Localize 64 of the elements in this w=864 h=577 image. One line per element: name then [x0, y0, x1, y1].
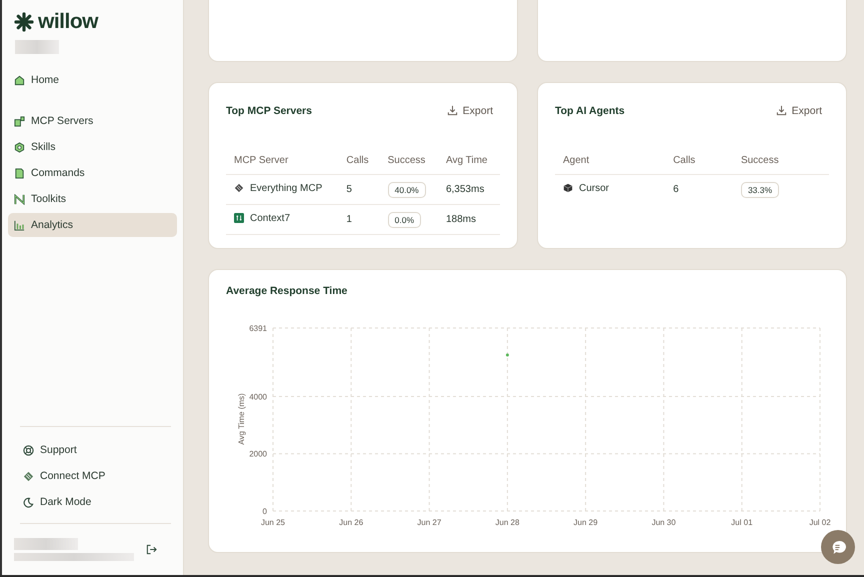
zigzag-icon	[14, 194, 25, 204]
column-header: MCP Server	[226, 146, 338, 174]
footer-link[interactable]: Support	[8, 437, 177, 463]
nav-item[interactable]: MCP Servers	[8, 109, 177, 133]
column-header: Calls	[338, 146, 380, 174]
success-badge: 33.3%	[740, 182, 780, 198]
nav-item[interactable]: Home	[8, 68, 177, 92]
table-cell: 5	[338, 174, 380, 204]
table-cell: 6	[665, 174, 733, 204]
column-header: Avg Time	[438, 146, 500, 174]
chat-icon	[830, 540, 846, 554]
axis-label: Jun 26	[339, 518, 364, 527]
axis-label: Jul 01	[731, 518, 753, 527]
export-button[interactable]: Export	[446, 104, 500, 116]
column-header: Success	[732, 146, 829, 174]
axis-label: 4000	[249, 392, 267, 402]
hexagon-icon	[14, 142, 25, 152]
lifebuoy-icon	[23, 444, 34, 456]
axis-label: Jun 27	[417, 518, 442, 527]
axis-label: Jun 29	[574, 518, 598, 527]
axis-label: Jun 30	[652, 518, 676, 527]
axis-label: Jul 02	[809, 518, 831, 527]
axis-label: Jun 25	[260, 518, 286, 527]
axis-label: 2000	[249, 450, 267, 459]
diamond-icon	[23, 470, 34, 482]
card-title: Top MCP Servers	[226, 104, 312, 116]
axis-label: Jun 28	[495, 518, 520, 527]
success-badge: 0.0%	[388, 212, 421, 228]
axis-title: Avg Time (ms)	[237, 393, 246, 445]
chat-button[interactable]	[821, 530, 855, 564]
logout-icon[interactable]	[146, 544, 157, 555]
table-cell: Cursor	[579, 182, 610, 194]
download-icon	[776, 105, 787, 116]
blocks-icon	[14, 116, 25, 126]
bar-chart-icon	[14, 220, 25, 230]
column-header: Success	[380, 146, 438, 174]
house-icon	[14, 74, 25, 86]
table-cell: Everything MCP	[250, 182, 322, 194]
table-cell: 1	[338, 204, 380, 234]
nav-item[interactable]: Analytics	[8, 213, 177, 237]
download-icon	[446, 105, 458, 116]
export-button[interactable]: Export	[776, 104, 829, 116]
logo-icon	[14, 12, 34, 32]
table-cell: Context7	[250, 212, 290, 224]
footer-link[interactable]: Dark Mode	[8, 489, 177, 515]
card-title: Average Response Time	[226, 285, 348, 297]
blurred-text	[14, 538, 78, 550]
footer-link[interactable]: Connect MCP	[8, 463, 177, 489]
column-header: Calls	[665, 146, 733, 174]
document-icon	[14, 168, 25, 178]
axis-label: 0	[262, 507, 267, 516]
card-title: Top AI Agents	[555, 104, 625, 116]
nav-item[interactable]: Skills	[8, 135, 177, 159]
success-badge: 40.0%	[388, 182, 426, 198]
table-cell: 6,353ms	[438, 174, 500, 204]
blurred-text	[15, 40, 59, 54]
axis-label: 6391	[249, 324, 267, 333]
table-cell: 188ms	[438, 204, 500, 234]
nav-item[interactable]: Commands	[8, 161, 177, 185]
cube-icon	[563, 183, 573, 194]
brand-name: willow	[38, 10, 98, 34]
nav-item[interactable]: Toolkits	[8, 187, 177, 211]
moon-icon	[23, 496, 34, 508]
column-header: Agent	[555, 146, 666, 174]
